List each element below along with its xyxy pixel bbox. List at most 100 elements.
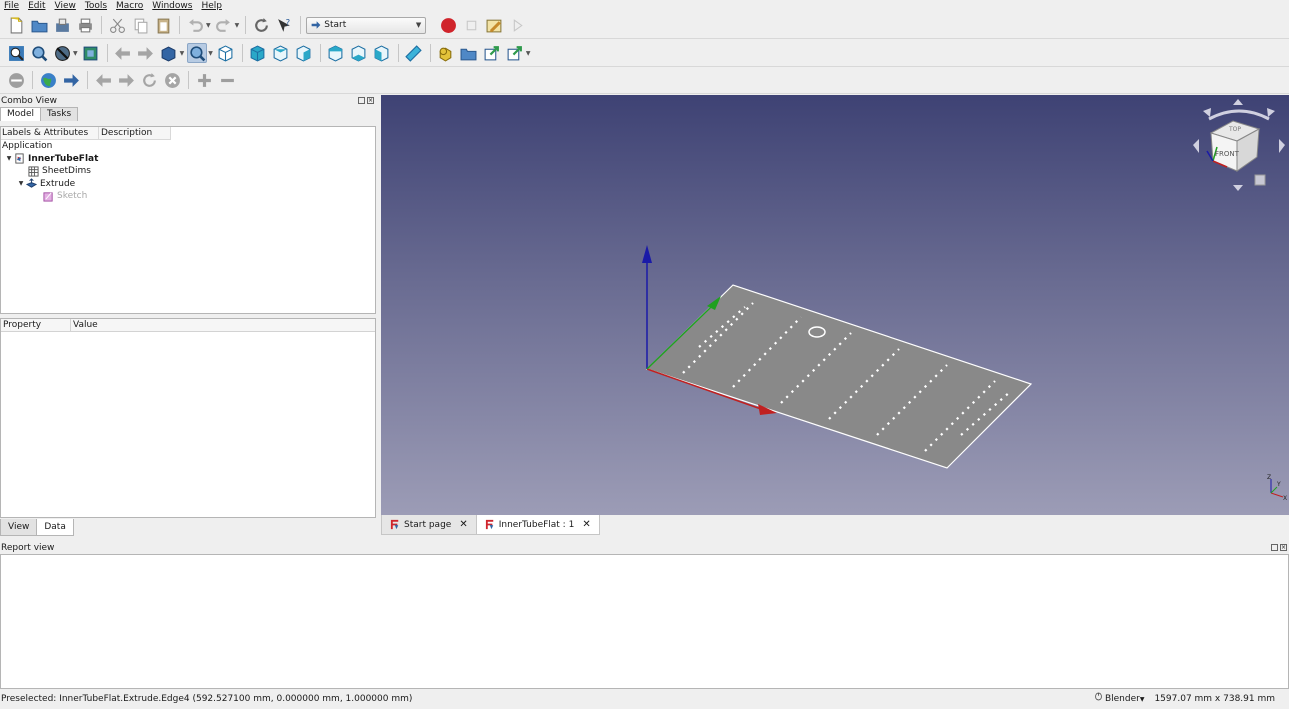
column-description[interactable]: Description xyxy=(99,127,171,139)
zoom-dropdown-icon[interactable]: ▼ xyxy=(208,50,213,57)
zoom-in-button[interactable] xyxy=(194,70,214,90)
separator xyxy=(241,44,243,62)
fit-all-button[interactable] xyxy=(6,43,26,63)
isometric-button[interactable] xyxy=(187,43,208,63)
workbench-selector[interactable]: Start ▼ xyxy=(306,16,427,34)
link-actions-button[interactable] xyxy=(505,43,525,63)
menu-windows[interactable]: Windows xyxy=(152,0,192,12)
copy-button[interactable] xyxy=(130,15,150,35)
view-rear-button[interactable] xyxy=(326,43,346,63)
undo-dropdown-icon[interactable]: ▼ xyxy=(206,22,211,29)
link-dropdown-icon[interactable]: ▼ xyxy=(526,50,531,57)
arrow-left-icon xyxy=(115,46,131,60)
report-view[interactable] xyxy=(0,554,1289,689)
menu-macro[interactable]: Macro xyxy=(116,0,143,12)
create-group-button[interactable] xyxy=(459,43,479,63)
bounding-box-button[interactable] xyxy=(81,43,101,63)
macros-button[interactable] xyxy=(484,15,504,35)
cut-button[interactable] xyxy=(107,15,127,35)
separator xyxy=(245,16,247,34)
paste-button[interactable] xyxy=(153,15,173,35)
view-top-button[interactable] xyxy=(271,43,291,63)
std-views-dropdown-icon[interactable]: ▼ xyxy=(180,50,185,57)
web-forward-button[interactable] xyxy=(61,70,81,90)
menu-help[interactable]: Help xyxy=(201,0,222,12)
separator xyxy=(319,44,321,62)
save-button[interactable] xyxy=(52,15,72,35)
close-button[interactable]: × xyxy=(367,97,374,104)
view-right-button[interactable] xyxy=(294,43,314,63)
close-tab-icon[interactable]: ✕ xyxy=(459,519,467,530)
expand-icon[interactable]: ▼ xyxy=(16,178,26,191)
fit-selection-button[interactable] xyxy=(29,43,49,63)
redo-button[interactable] xyxy=(214,15,234,35)
mouse-icon xyxy=(1095,692,1102,701)
expand-icon[interactable]: ▼ xyxy=(4,153,14,166)
menu-edit[interactable]: Edit xyxy=(28,0,45,12)
undo-button[interactable] xyxy=(185,15,205,35)
redo-dropdown-icon[interactable]: ▼ xyxy=(235,22,240,29)
draw-style-dropdown-icon[interactable]: ▼ xyxy=(73,50,78,57)
create-part-button[interactable] xyxy=(436,43,456,63)
view-left-button[interactable] xyxy=(372,43,392,63)
back-button[interactable] xyxy=(113,43,133,63)
property-tabs: View Data xyxy=(0,519,74,536)
view-bottom-button[interactable] xyxy=(349,43,369,63)
float-button[interactable] xyxy=(358,97,365,104)
stop-macro-button[interactable] xyxy=(461,15,481,35)
refresh-button[interactable] xyxy=(251,15,271,35)
close-tab-icon[interactable]: ✕ xyxy=(582,519,590,530)
execute-macro-button[interactable] xyxy=(507,15,527,35)
record-macro-button[interactable] xyxy=(438,15,458,35)
cube-front-icon xyxy=(250,44,265,62)
tab-model[interactable]: Model xyxy=(0,107,42,121)
forward-button[interactable] xyxy=(136,43,156,63)
arrow-right-icon xyxy=(63,73,79,87)
web-previous-button[interactable] xyxy=(93,70,113,90)
view-front-button[interactable] xyxy=(248,43,268,63)
draw-style-button[interactable] xyxy=(52,43,72,63)
tree-item-document[interactable]: ▼ InnerTubeFlat xyxy=(1,153,375,166)
view-isometric-button[interactable] xyxy=(216,43,236,63)
navigation-cube[interactable]: TOP FRONT xyxy=(1193,99,1285,191)
stop-loading-button[interactable] xyxy=(6,70,26,90)
web-stop-button[interactable] xyxy=(162,70,182,90)
column-value[interactable]: Value xyxy=(71,319,375,331)
web-next-button[interactable] xyxy=(116,70,136,90)
tab-view[interactable]: View xyxy=(0,519,38,536)
tab-innertubeflat[interactable]: InnerTubeFlat : 1 ✕ xyxy=(475,515,600,535)
navigation-style-button[interactable]: Blender▼ xyxy=(1095,690,1144,709)
tab-tasks[interactable]: Tasks xyxy=(40,107,79,121)
menu-view[interactable]: View xyxy=(55,0,76,12)
tree-item-sketch[interactable]: Sketch xyxy=(1,190,375,203)
measure-button[interactable] xyxy=(404,43,424,63)
document-icon xyxy=(14,153,25,164)
menu-tools[interactable]: Tools xyxy=(85,0,107,12)
open-button[interactable] xyxy=(29,15,49,35)
cube-isometric-icon xyxy=(218,44,233,62)
column-labels[interactable]: Labels & Attributes xyxy=(1,127,99,139)
std-views-button[interactable] xyxy=(159,43,179,63)
print-button[interactable] xyxy=(75,15,95,35)
web-refresh-button[interactable] xyxy=(139,70,159,90)
start-page-button[interactable] xyxy=(38,70,58,90)
tree-item-sheetdims[interactable]: SheetDims xyxy=(1,165,375,178)
tab-start-page[interactable]: Start page ✕ xyxy=(381,515,477,535)
tab-data[interactable]: Data xyxy=(36,519,74,536)
3d-viewport[interactable]: TOP FRONT Z Y X xyxy=(381,95,1289,515)
zoom-out-button[interactable] xyxy=(217,70,237,90)
hole[interactable] xyxy=(808,326,826,338)
menu-file[interactable]: File xyxy=(4,0,19,12)
nav-cube-menu-icon xyxy=(1254,174,1266,186)
whats-this-button[interactable]: ? xyxy=(274,15,294,35)
float-button[interactable] xyxy=(1271,544,1278,551)
printer-icon xyxy=(78,18,92,32)
tree-item-extrude[interactable]: ▼ Extrude xyxy=(1,178,375,191)
close-button[interactable]: × xyxy=(1280,544,1287,551)
file-toolbar: ▼ ▼ ? Start ▼ xyxy=(0,12,1289,39)
nav-right-arrow-icon xyxy=(1279,139,1285,153)
column-property[interactable]: Property xyxy=(1,319,71,331)
view-toolbar: ▼ ▼ ▼ ▼ xyxy=(0,40,1289,67)
new-document-button[interactable] xyxy=(6,15,26,35)
create-link-button[interactable] xyxy=(482,43,502,63)
